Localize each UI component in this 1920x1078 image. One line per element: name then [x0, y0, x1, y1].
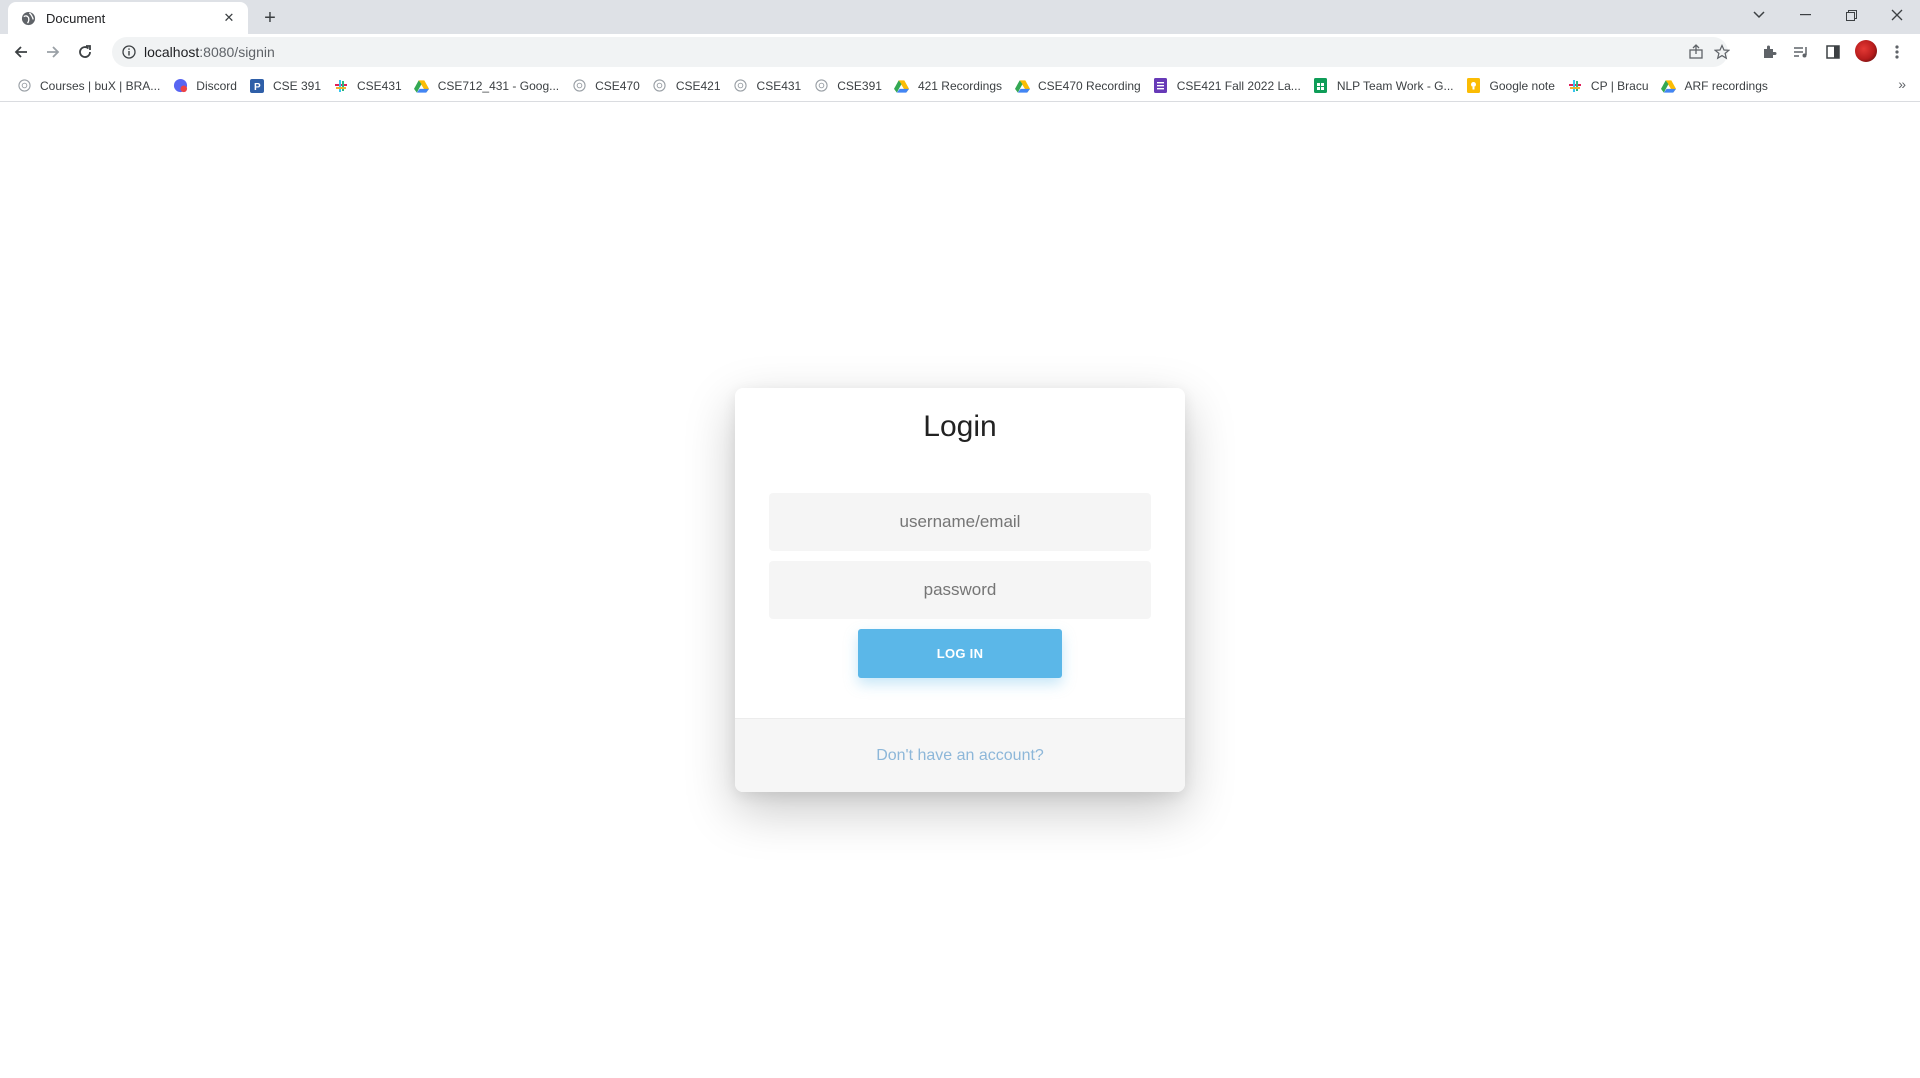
bookmark-item[interactable]: Courses | buX | BRA...: [12, 72, 168, 100]
chevron-more-icon[interactable]: »: [1898, 76, 1906, 92]
globe-icon: [20, 10, 36, 26]
discord-icon: [172, 78, 188, 94]
drive-icon: [1661, 78, 1677, 94]
drive-icon: [1014, 78, 1030, 94]
bookmark-item[interactable]: 421 Recordings: [890, 72, 1010, 100]
side-panel-icon[interactable]: [1819, 38, 1847, 66]
bookmark-item[interactable]: CSE391: [809, 72, 890, 100]
bookmark-label: CSE712_431 - Goog...: [437, 78, 560, 93]
share-icon[interactable]: [1682, 37, 1710, 67]
forms-icon: [1153, 78, 1169, 94]
slack-icon: [1567, 78, 1583, 94]
bookmark-label: Courses | buX | BRA...: [40, 78, 161, 93]
globe-icon: [652, 78, 668, 94]
page-content: Login LOG IN Don't have an account?: [0, 103, 1920, 1078]
bookmark-label: ARF recordings: [1684, 78, 1768, 93]
username-input[interactable]: [769, 493, 1151, 551]
bookmark-label: CSE421 Fall 2022 La...: [1176, 78, 1301, 93]
bookmark-label: 421 Recordings: [917, 78, 1002, 93]
globe-icon: [813, 78, 829, 94]
address-bar[interactable]: localhost:8080/signin: [112, 37, 1730, 67]
tab-strip: Document ✕ +: [0, 0, 1920, 34]
bookmark-item[interactable]: Discord: [168, 72, 245, 100]
password-input[interactable]: [769, 561, 1151, 619]
bookmark-label: CSE470 Recording: [1038, 78, 1141, 93]
bookmark-item[interactable]: ARF recordings: [1657, 72, 1776, 100]
close-window-icon[interactable]: [1874, 0, 1920, 30]
bookmark-label: CSE431: [357, 78, 402, 93]
globe-icon: [16, 78, 32, 94]
bookmark-item[interactable]: CSE470: [567, 72, 648, 100]
url-text: localhost:8080/signin: [144, 44, 275, 60]
bookmark-item[interactable]: CSE421: [648, 72, 729, 100]
close-icon[interactable]: ✕: [220, 9, 238, 27]
url-path: :8080/signin: [199, 44, 275, 60]
bookmark-item[interactable]: CSE431: [729, 72, 810, 100]
bookmark-label: CSE 391: [272, 78, 321, 93]
bookmark-item[interactable]: CSE712_431 - Goog...: [410, 72, 567, 100]
bookmark-label: CSE391: [837, 78, 882, 93]
info-icon[interactable]: [120, 43, 138, 61]
sheets-icon: [1313, 78, 1329, 94]
bookmarks-list: Courses | buX | BRA... Discord P CSE 391 CSE…: [12, 72, 1776, 100]
profile-avatar[interactable]: [1855, 40, 1877, 62]
browser-tab[interactable]: Document ✕: [8, 2, 248, 34]
login-card: Login LOG IN Don't have an account?: [735, 388, 1185, 792]
slack-icon: [333, 78, 349, 94]
bookmark-item[interactable]: CSE431: [329, 72, 410, 100]
bookmark-item[interactable]: P CSE 391: [245, 72, 329, 100]
drive-icon: [414, 78, 430, 94]
forward-icon[interactable]: [39, 38, 67, 66]
new-tab-icon[interactable]: +: [258, 6, 282, 30]
bookmark-item[interactable]: Google note: [1462, 72, 1563, 100]
p-icon: P: [249, 78, 265, 94]
bookmark-label: CSE421: [675, 78, 721, 93]
bookmark-item[interactable]: NLP Team Work - G...: [1309, 72, 1462, 100]
bookmark-item[interactable]: CSE421 Fall 2022 La...: [1149, 72, 1309, 100]
bookmark-label: CP | Bracu: [1590, 78, 1649, 93]
keep-icon: [1466, 78, 1482, 94]
bookmark-label: CSE431: [756, 78, 802, 93]
restore-icon[interactable]: [1828, 0, 1874, 30]
signup-link[interactable]: Don't have an account?: [876, 747, 1044, 765]
bookmark-label: NLP Team Work - G...: [1336, 78, 1454, 93]
bookmark-star-icon[interactable]: [1708, 37, 1736, 67]
login-title: Login: [923, 410, 997, 443]
tab-title: Document: [46, 10, 106, 26]
svg-text:P: P: [254, 82, 261, 93]
bookmark-item[interactable]: CP | Bracu: [1563, 72, 1657, 100]
login-button[interactable]: LOG IN: [858, 629, 1062, 678]
tab-search-icon[interactable]: [1736, 0, 1782, 30]
browser-toolbar: localhost:8080/signin: [0, 34, 1920, 70]
globe-icon: [571, 78, 587, 94]
login-footer: Don't have an account?: [735, 718, 1185, 792]
globe-icon: [733, 78, 749, 94]
bookmark-label: Discord: [196, 78, 237, 93]
media-icon[interactable]: [1787, 38, 1815, 66]
bookmark-item[interactable]: CSE470 Recording: [1010, 72, 1149, 100]
menu-icon[interactable]: [1883, 38, 1911, 66]
extensions-icon[interactable]: [1755, 38, 1783, 66]
bookmark-label: CSE470: [595, 78, 640, 93]
url-host: localhost: [144, 44, 200, 60]
bookmark-label: Google note: [1489, 78, 1555, 93]
bookmarks-bar: Courses | buX | BRA... Discord P CSE 391 CSE…: [0, 70, 1920, 102]
back-icon[interactable]: [7, 38, 35, 66]
reload-icon[interactable]: [71, 38, 99, 66]
drive-icon: [894, 78, 910, 94]
minimize-icon[interactable]: [1782, 0, 1828, 30]
